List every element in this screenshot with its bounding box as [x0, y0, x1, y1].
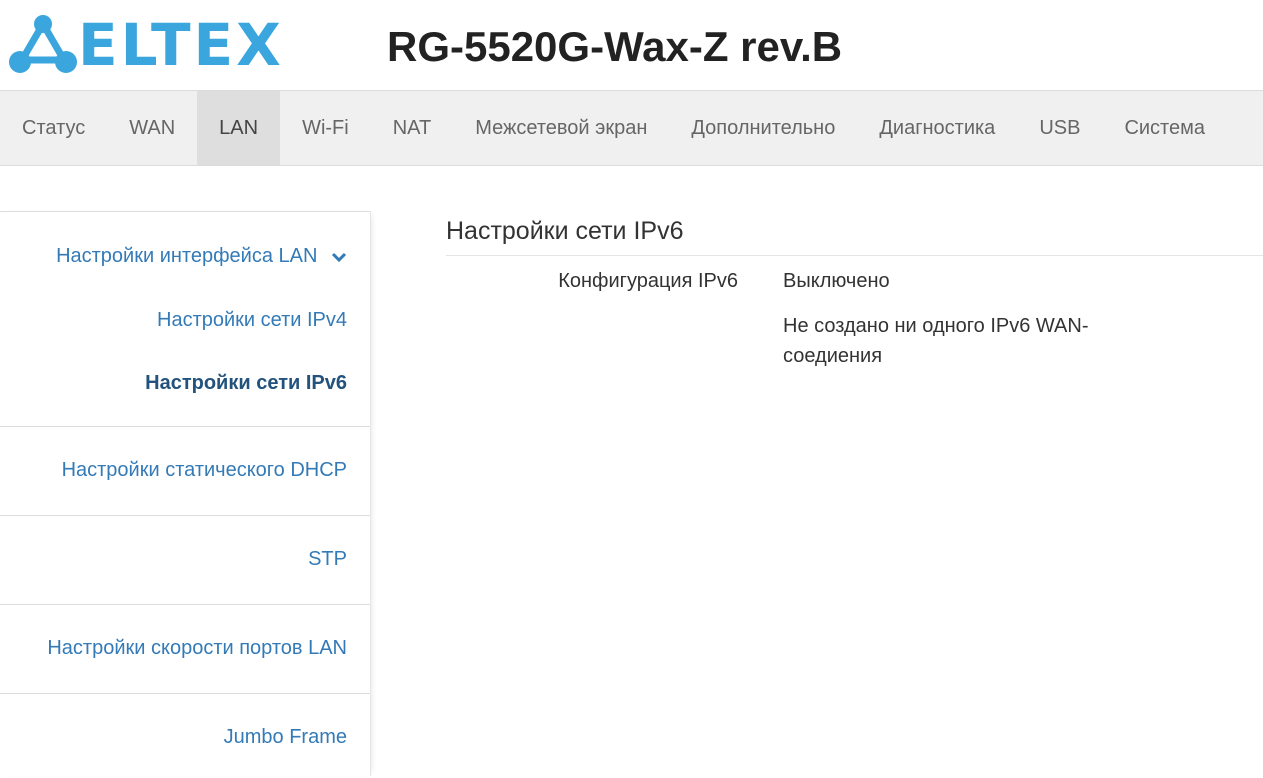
sidebar-group-lan-interface: Настройки интерфейса LAN Настройки сети …	[0, 211, 370, 426]
sidebar-item-lan-interface[interactable]: Настройки интерфейса LAN	[0, 212, 370, 276]
sidebar-group-jumbo: Jumbo Frame	[0, 693, 370, 778]
top-nav: Статус WAN LAN Wi-Fi NAT Межсетевой экра…	[0, 90, 1263, 166]
ipv6-config-value: Выключено	[783, 270, 890, 292]
ipv6-config-label: Конфигурация IPv6	[558, 270, 738, 292]
nav-item-system[interactable]: Система	[1102, 91, 1227, 165]
sidebar-group-port-speed: Настройки скорости портов LAN	[0, 604, 370, 693]
eltex-logo[interactable]: ELTEX	[8, 11, 298, 79]
nav-item-status[interactable]: Статус	[0, 91, 107, 165]
device-title: RG-5520G-Wax-Z rev.B	[387, 23, 843, 70]
no-wan-connection-note: Не создано ни одного IPv6 WAN-соедиения	[783, 315, 1089, 367]
sidebar-group-static-dhcp: Настройки статического DHCP	[0, 426, 370, 515]
nav-item-diagnostics[interactable]: Диагностика	[857, 91, 1017, 165]
sidebar-item-ipv4[interactable]: Настройки сети IPv4	[0, 276, 370, 339]
sidebar-item-static-dhcp[interactable]: Настройки статического DHCP	[0, 427, 370, 482]
page-title: Настройки сети IPv6	[446, 213, 1263, 256]
sidebar-item-ipv6[interactable]: Настройки сети IPv6	[0, 339, 370, 402]
nav-item-lan[interactable]: LAN	[197, 91, 281, 165]
main-content: Настройки сети IPv6 Конфигурация IPv6 Вы…	[446, 213, 1263, 367]
sidebar-item-label: Настройки интерфейса LAN	[56, 245, 318, 267]
ipv6-config-row: Конфигурация IPv6 Выключено	[446, 256, 1263, 296]
sidebar: Настройки интерфейса LAN Настройки сети …	[0, 211, 371, 776]
sidebar-item-jumbo-frame[interactable]: Jumbo Frame	[0, 694, 370, 749]
sidebar-item-stp[interactable]: STP	[0, 516, 370, 571]
nav-item-firewall[interactable]: Межсетевой экран	[453, 91, 669, 165]
brand-wordmark: ELTEX	[78, 11, 284, 79]
nav-item-wifi[interactable]: Wi-Fi	[280, 91, 371, 165]
nav-item-wan[interactable]: WAN	[107, 91, 197, 165]
sidebar-item-port-speed[interactable]: Настройки скорости портов LAN	[0, 605, 370, 660]
nav-item-usb[interactable]: USB	[1017, 91, 1102, 165]
nav-item-nat[interactable]: NAT	[371, 91, 454, 165]
chevron-down-icon	[331, 252, 347, 262]
header: ELTEX RG-5520G-Wax-Z rev.B	[0, 0, 1263, 91]
molecule-logo-icon	[9, 15, 77, 73]
sidebar-group-stp: STP	[0, 515, 370, 604]
nav-item-advanced[interactable]: Дополнительно	[669, 91, 857, 165]
